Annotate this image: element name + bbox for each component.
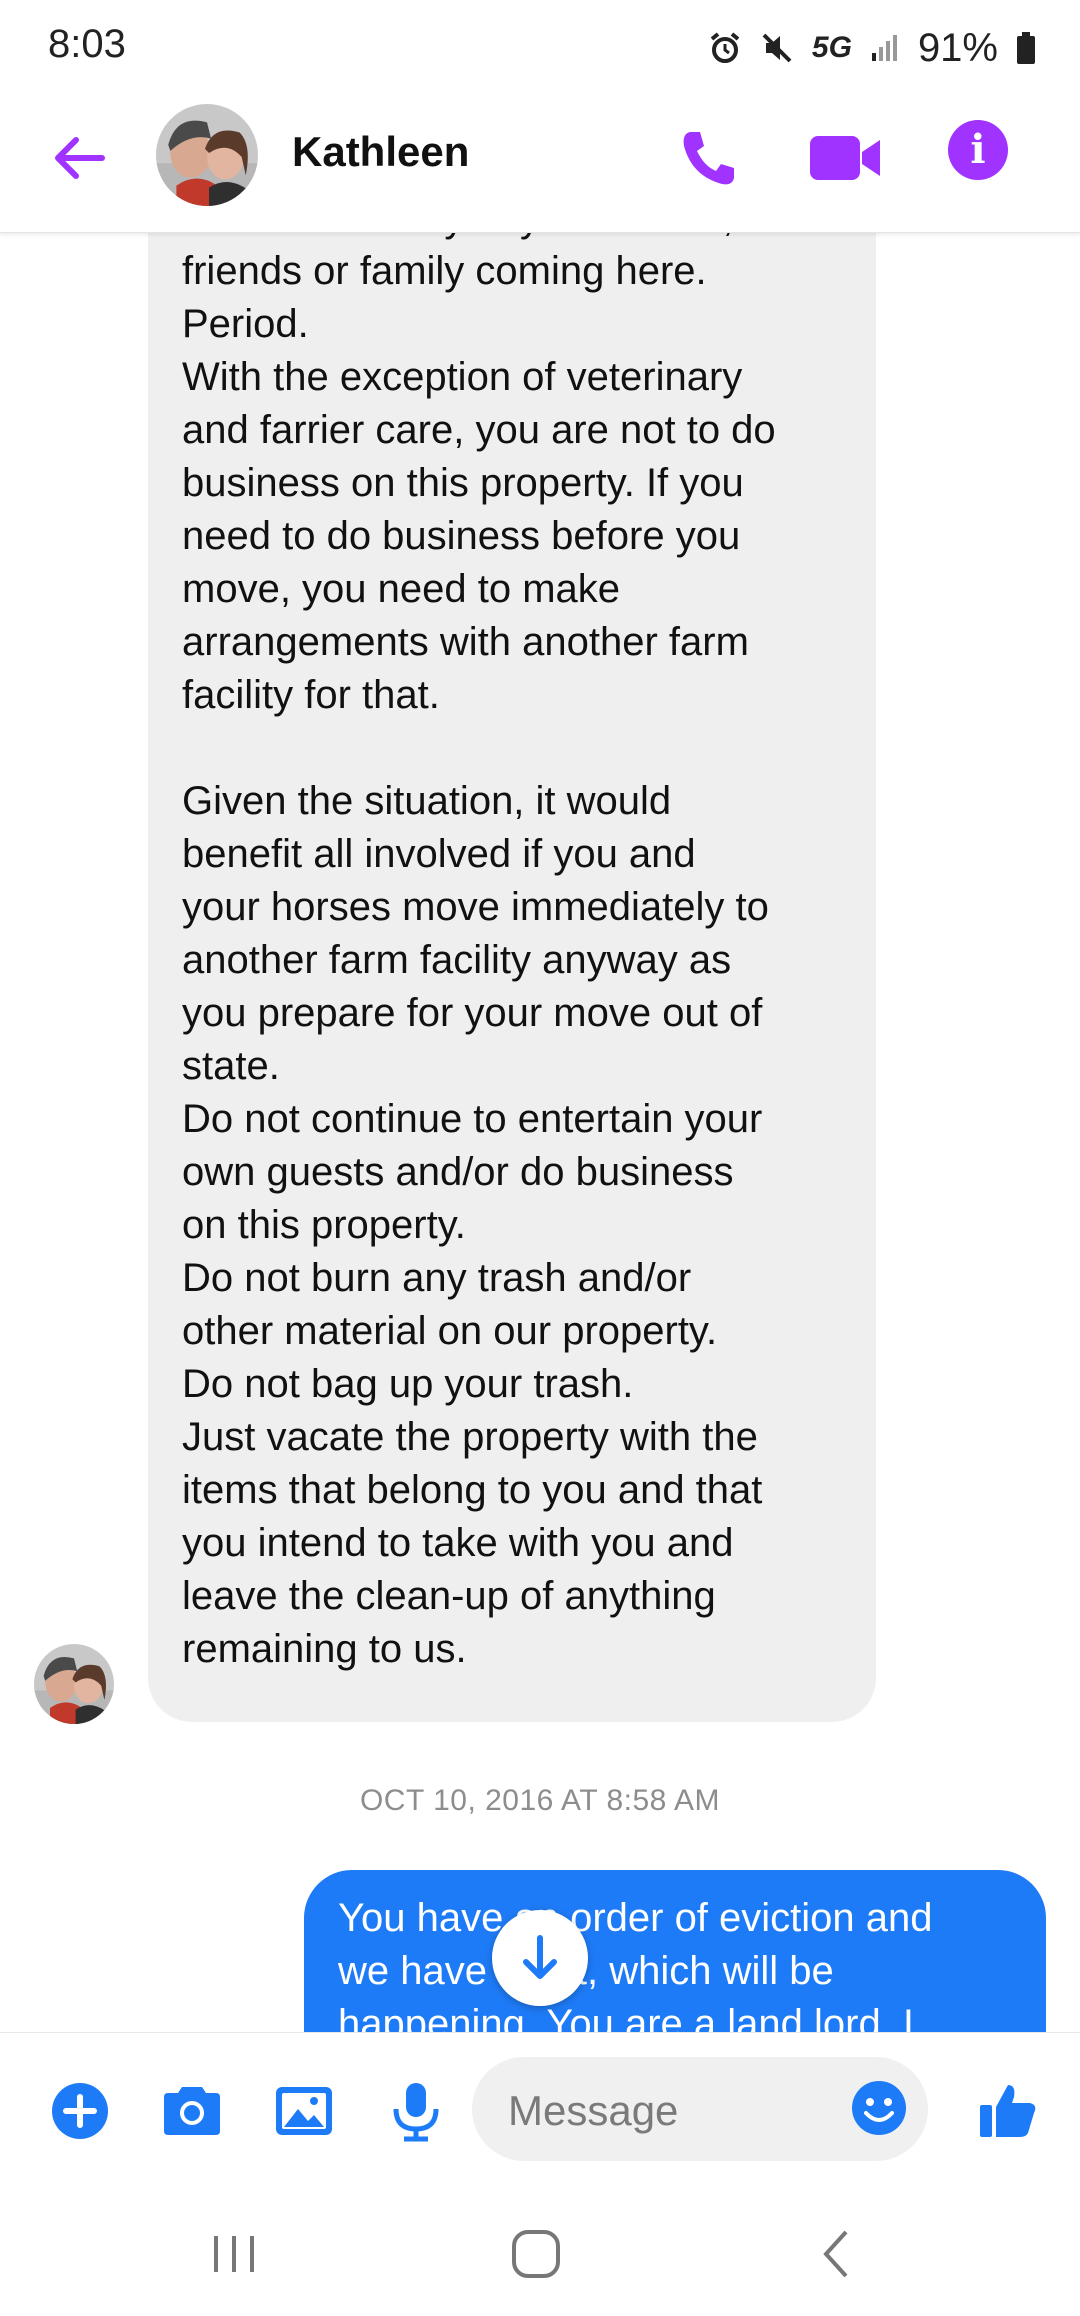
message-placeholder: Message <box>508 2087 679 2134</box>
home-icon[interactable] <box>504 2222 568 2286</box>
outgoing-message-text: You have an order of eviction and we hav… <box>338 1896 933 2032</box>
camera-icon[interactable] <box>160 2079 224 2143</box>
message-timestamp: OCT 10, 2016 AT 8:58 AM <box>359 1784 721 1817</box>
battery-icon <box>1017 32 1035 64</box>
back-arrow-icon[interactable] <box>48 126 112 190</box>
sender-avatar[interactable] <box>34 1644 114 1724</box>
contact-avatar[interactable] <box>156 104 258 206</box>
info-icon[interactable]: i <box>948 120 1008 180</box>
image-icon[interactable] <box>272 2079 336 2143</box>
incoming-message-text: do not want any of your clients, friends… <box>182 232 776 1671</box>
message-composer: Message <box>0 2032 1080 2187</box>
system-nav-bar <box>0 2186 1080 2316</box>
microphone-icon[interactable] <box>384 2079 448 2143</box>
back-icon[interactable] <box>806 2222 870 2286</box>
contact-name[interactable]: Kathleen <box>292 128 469 176</box>
status-bar: 8:03 5G 91% <box>0 0 1080 96</box>
incoming-message-bubble[interactable]: do not want any of your clients, friends… <box>148 232 876 1722</box>
video-camera-icon[interactable] <box>808 126 884 190</box>
plus-icon[interactable] <box>48 2079 112 2143</box>
battery-percent: 91% <box>917 25 998 70</box>
emoji-icon[interactable] <box>850 2079 908 2137</box>
recent-apps-icon[interactable] <box>202 2222 266 2286</box>
outgoing-message-bubble[interactable]: You have an order of eviction and we hav… <box>304 1870 1046 2032</box>
network-type: 5G <box>811 31 852 64</box>
mute-icon <box>762 33 792 63</box>
signal-icon <box>871 35 897 61</box>
thumbs-up-icon[interactable] <box>976 2079 1040 2143</box>
alarm-icon <box>710 32 740 63</box>
message-list[interactable]: do not want any of your clients, friends… <box>0 232 1080 2032</box>
message-input[interactable]: Message <box>472 2057 928 2161</box>
status-time: 8:03 <box>48 22 126 66</box>
phone-icon[interactable] <box>676 126 740 190</box>
arrow-down-icon <box>523 1935 557 1979</box>
status-indicators: 5G 91% <box>708 22 1036 74</box>
scroll-to-bottom-button[interactable] <box>492 1910 588 2006</box>
conversation-header: Kathleen i <box>0 96 1080 233</box>
